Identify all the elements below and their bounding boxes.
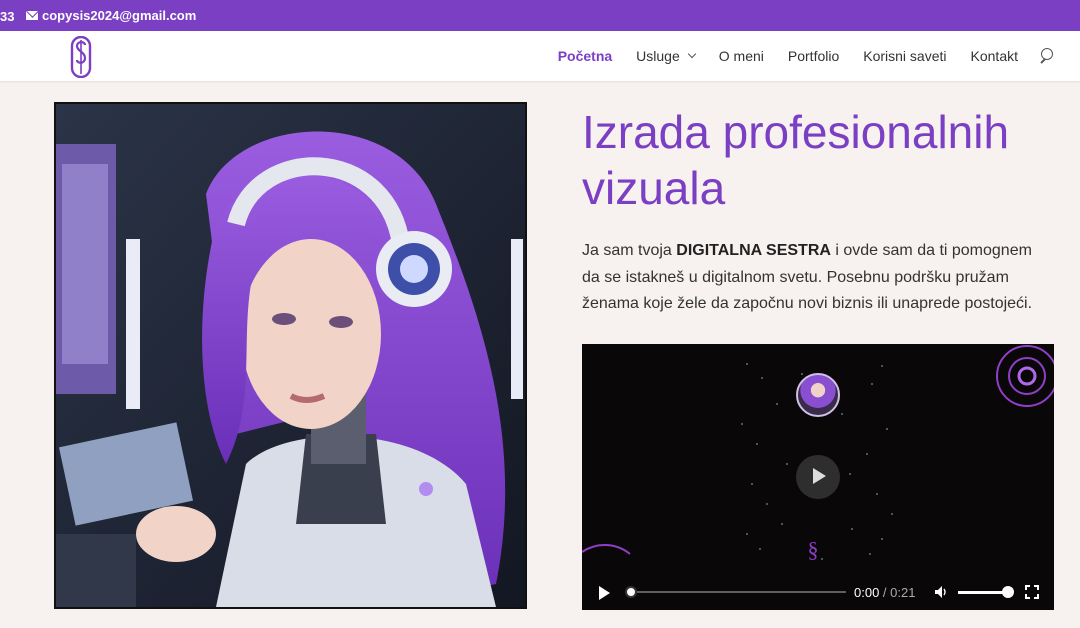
nav-item-pocetna[interactable]: Početna — [558, 48, 612, 64]
time-display: 0:00 / 0:21 — [854, 585, 915, 600]
search-icon[interactable] — [1038, 47, 1056, 65]
nav-item-o-meni[interactable]: O meni — [719, 48, 764, 64]
volume-slider[interactable] — [958, 586, 1014, 598]
site-header: Početna Usluge O meni Portfolio Korisni … — [0, 31, 1080, 81]
nav-item-usluge[interactable]: Usluge — [636, 48, 697, 64]
chevron-down-icon — [687, 49, 697, 59]
envelope-icon — [26, 11, 38, 20]
email-text: copysis2024@gmail.com — [42, 8, 197, 23]
svg-text:§: § — [808, 537, 819, 562]
nav-item-kontakt[interactable]: Kontakt — [971, 48, 1018, 64]
fullscreen-icon[interactable] — [1025, 585, 1039, 599]
email-link[interactable]: copysis2024@gmail.com — [26, 8, 196, 23]
hero-image — [54, 102, 527, 609]
nav-label: Korisni saveti — [863, 48, 947, 64]
channel-avatar — [796, 373, 840, 417]
big-play-button[interactable] — [796, 455, 840, 499]
play-button[interactable] — [599, 586, 610, 600]
current-time: 0:00 — [854, 585, 880, 600]
video-controls: 0:00 / 0:21 — [582, 574, 1054, 610]
top-bar: 33 copysis2024@gmail.com — [0, 0, 1080, 31]
nav-item-portfolio[interactable]: Portfolio — [788, 48, 839, 64]
main-nav: Početna Usluge O meni Portfolio Korisni … — [534, 31, 1056, 81]
hero-headline: Izrada profesionalnih vizuala — [582, 106, 1010, 214]
nav-label: Kontakt — [970, 48, 1018, 64]
intro-brand-name: DIGITALNA SESTRA — [676, 242, 831, 259]
volume-knob[interactable] — [1002, 586, 1014, 598]
duration: 0:21 — [890, 585, 916, 600]
video-player[interactable]: § 0:00 / 0:21 — [582, 344, 1054, 610]
robot-girl-illustration — [56, 104, 525, 607]
nav-label: Početna — [557, 48, 613, 64]
nav-label: O meni — [718, 48, 764, 64]
phone-number-fragment[interactable]: 33 — [0, 9, 14, 24]
nav-label: Portfolio — [787, 48, 840, 64]
progress-bar[interactable] — [625, 586, 846, 598]
site-logo[interactable] — [70, 36, 92, 78]
progress-knob[interactable] — [625, 586, 637, 598]
nav-label: Usluge — [636, 48, 680, 64]
nav-item-korisni-saveti[interactable]: Korisni saveti — [863, 48, 946, 64]
volume-icon[interactable] — [934, 585, 948, 599]
intro-text-start: Ja sam tvoja — [582, 242, 677, 259]
hero-intro: Ja sam tvoja DIGITALNA SESTRA i ovde sam… — [582, 238, 1052, 318]
time-separator: / — [879, 585, 891, 600]
